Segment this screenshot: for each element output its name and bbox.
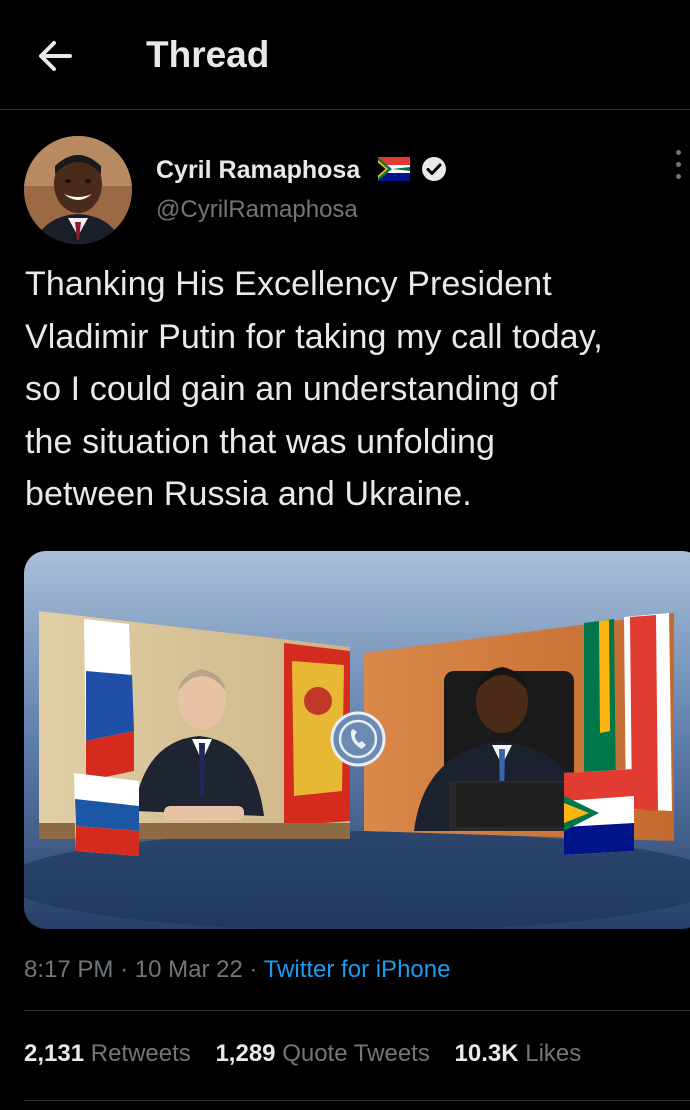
likes-stat[interactable]: 10.3K Likes bbox=[455, 1040, 582, 1067]
retweets-stat[interactable]: 2,131 Retweets bbox=[24, 1040, 191, 1067]
tweet-image[interactable] bbox=[24, 551, 690, 929]
author-name[interactable]: Cyril Ramaphosa bbox=[156, 156, 360, 185]
divider bbox=[24, 1010, 690, 1011]
tweet-time[interactable]: 8:17 PM bbox=[24, 956, 113, 983]
south-africa-flag-icon bbox=[378, 157, 410, 181]
divider bbox=[24, 1100, 690, 1101]
retweets-label: Retweets bbox=[90, 1040, 191, 1067]
more-options-icon[interactable] bbox=[672, 150, 684, 186]
likes-count: 10.3K bbox=[454, 1040, 519, 1067]
header-title: Thread bbox=[146, 34, 270, 75]
quote-tweets-count: 1,289 bbox=[215, 1040, 276, 1067]
retweets-count: 2,131 bbox=[24, 1040, 85, 1067]
arrow-left-icon[interactable] bbox=[34, 36, 78, 76]
author-handle[interactable]: @CyrilRamaphosa bbox=[156, 196, 358, 224]
quote-tweets-label: Quote Tweets bbox=[282, 1040, 430, 1067]
avatar[interactable] bbox=[24, 136, 132, 244]
tweet-source-link[interactable]: Twitter for iPhone bbox=[264, 956, 451, 983]
likes-label: Likes bbox=[525, 1040, 582, 1067]
quote-tweets-stat[interactable]: 1,289 Quote Tweets bbox=[215, 1040, 429, 1067]
tweet-stats: 2,131 Retweets 1,289 Quote Tweets 10.3K … bbox=[24, 1040, 599, 1068]
tweet-date[interactable]: 10 Mar 22 bbox=[135, 956, 243, 983]
thread-header: Thread bbox=[0, 0, 690, 110]
tweet-meta: 8:17 PM · 10 Mar 22 · Twitter for iPhone bbox=[24, 956, 450, 984]
meta-separator: · bbox=[249, 956, 258, 983]
verified-badge-icon bbox=[422, 157, 446, 181]
tweet-text: Thanking His Excellency President Vladim… bbox=[25, 265, 603, 513]
meta-separator: · bbox=[120, 956, 129, 983]
